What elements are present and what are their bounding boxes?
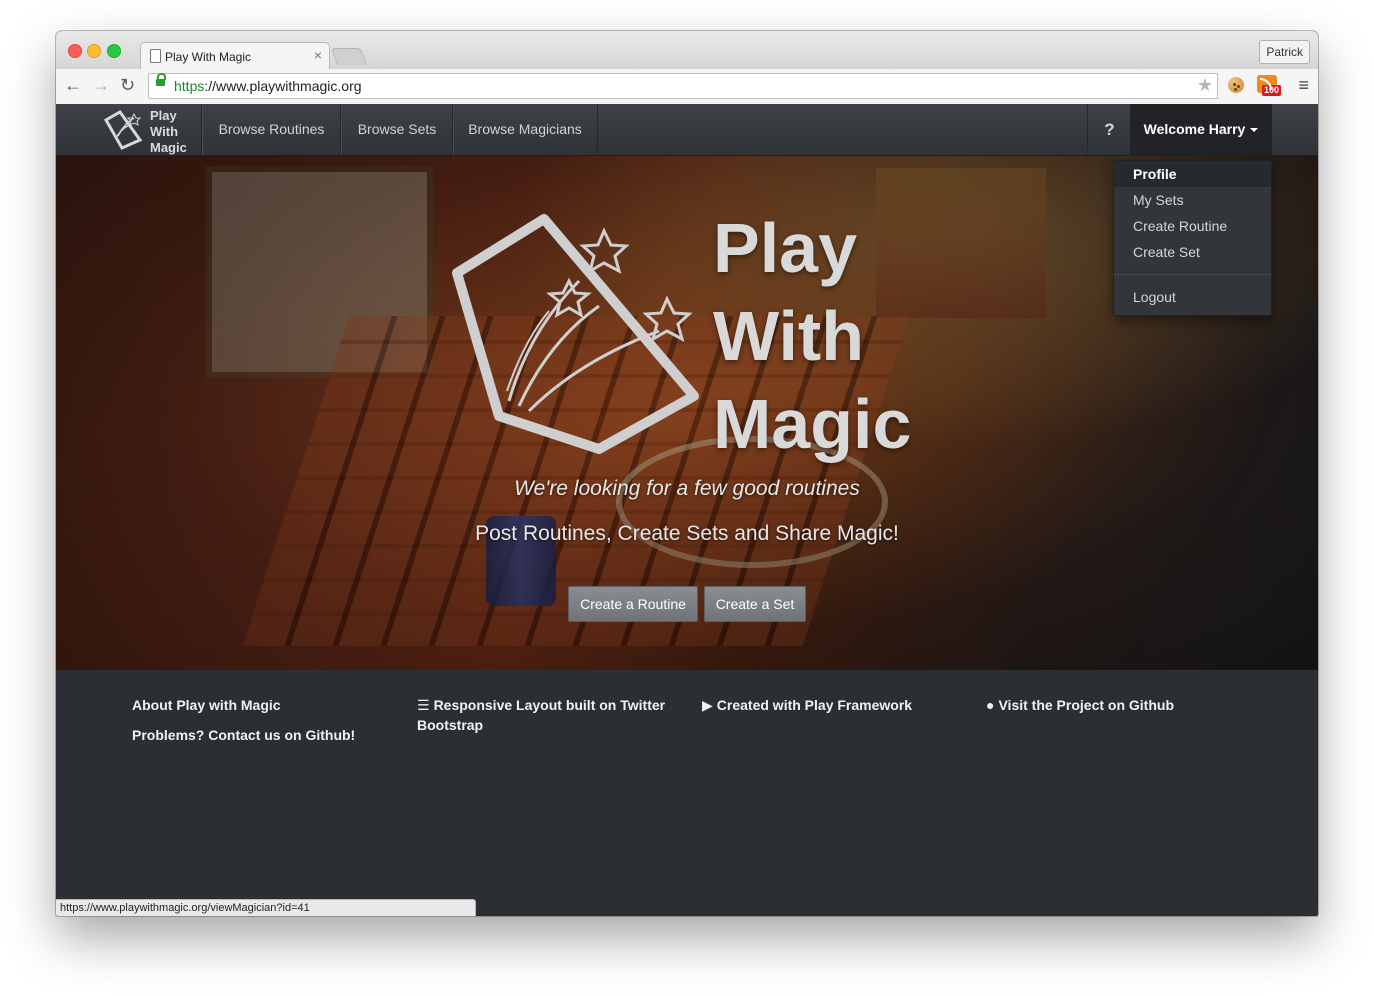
create-routine-button[interactable]: Create a Routine bbox=[568, 586, 698, 622]
dropdown-item-profile[interactable]: Profile bbox=[1114, 161, 1271, 187]
caret-down-icon bbox=[1250, 128, 1259, 133]
footer-github-link[interactable]: ● Visit the Project on Github bbox=[986, 695, 1174, 715]
url-text[interactable]: https://www.playwithmagic.org bbox=[174, 78, 362, 94]
status-bar-url: https://www.playwithmagic.org/viewMagici… bbox=[56, 899, 476, 916]
footer-play-link[interactable]: ▶ Created with Play Framework bbox=[702, 695, 912, 715]
rss-extension-icon[interactable]: 100 bbox=[1257, 75, 1282, 96]
nav-browse-routines[interactable]: Browse Routines bbox=[201, 104, 341, 155]
hamburger-menu-icon[interactable]: ≡ bbox=[1298, 75, 1309, 96]
github-icon: ● bbox=[986, 697, 995, 713]
magic-book-logo-icon bbox=[452, 214, 699, 454]
brand-text: Play With Magic bbox=[150, 108, 187, 155]
brand-logo-icon bbox=[103, 110, 143, 150]
footer-bootstrap-link[interactable]: ☰ Responsive Layout built on Twitter Boot… bbox=[417, 695, 667, 735]
address-bar[interactable]: https://www.playwithmagic.org ★ bbox=[148, 73, 1218, 99]
tab-close-icon[interactable]: × bbox=[314, 47, 322, 63]
dropdown-divider bbox=[1114, 274, 1271, 275]
tab-title: Play With Magic bbox=[165, 50, 252, 64]
nav-browse-magicians[interactable]: Browse Magicians bbox=[452, 104, 598, 155]
hero-subtitle: Post Routines, Create Sets and Share Mag… bbox=[475, 522, 899, 545]
cookie-extension-icon[interactable] bbox=[1228, 77, 1244, 93]
css3-icon: ☰ bbox=[417, 697, 430, 713]
browser-window: Play With Magic × Patrick ← → ↻ https://… bbox=[56, 31, 1318, 916]
arrow-right-icon[interactable]: → bbox=[92, 75, 110, 96]
user-dropdown-menu: Profile My Sets Create Routine Create Se… bbox=[1113, 160, 1272, 316]
star-icon[interactable]: ★ bbox=[1197, 75, 1213, 96]
brand-link[interactable]: Play With Magic bbox=[100, 106, 200, 155]
lock-icon bbox=[156, 73, 166, 86]
user-menu-label: Welcome Harry bbox=[1143, 121, 1246, 137]
new-tab-button[interactable] bbox=[330, 48, 368, 65]
nav-browse-sets[interactable]: Browse Sets bbox=[340, 104, 453, 155]
hero-title: Play With Magic bbox=[713, 209, 912, 463]
profile-button[interactable]: Patrick bbox=[1259, 40, 1310, 64]
reload-icon[interactable]: ↻ bbox=[120, 75, 135, 96]
play-icon: ▶ bbox=[702, 697, 713, 713]
footer-about-link[interactable]: About Play with Magic bbox=[132, 695, 281, 715]
arrow-left-icon[interactable]: ← bbox=[64, 75, 82, 96]
minimize-window-button[interactable] bbox=[87, 44, 101, 58]
browser-toolbar: ← → ↻ https://www.playwithmagic.org ★ 10… bbox=[56, 69, 1318, 105]
footer-problems-link[interactable]: Problems? Contact us on Github! bbox=[132, 725, 355, 745]
dropdown-item-create-routine[interactable]: Create Routine bbox=[1114, 213, 1271, 239]
rss-badge: 100 bbox=[1262, 85, 1282, 96]
hero-tagline: We're looking for a few good routines bbox=[514, 477, 860, 500]
zoom-window-button[interactable] bbox=[107, 44, 121, 58]
user-menu-toggle[interactable]: Welcome Harry bbox=[1130, 104, 1272, 155]
dropdown-item-logout[interactable]: Logout bbox=[1114, 284, 1271, 310]
page-icon bbox=[150, 49, 161, 63]
title-bar: Play With Magic × Patrick bbox=[56, 31, 1318, 70]
browser-tab[interactable]: Play With Magic × bbox=[140, 42, 330, 70]
site-footer: About Play with Magic Problems? Contact … bbox=[56, 670, 1318, 916]
help-button[interactable]: ? bbox=[1087, 104, 1131, 155]
close-window-button[interactable] bbox=[68, 44, 82, 58]
dropdown-item-create-set[interactable]: Create Set bbox=[1114, 239, 1271, 265]
dropdown-item-my-sets[interactable]: My Sets bbox=[1114, 187, 1271, 213]
create-set-button[interactable]: Create a Set bbox=[704, 586, 806, 622]
site-navbar: Play With Magic Browse Routines Browse S… bbox=[56, 104, 1318, 156]
